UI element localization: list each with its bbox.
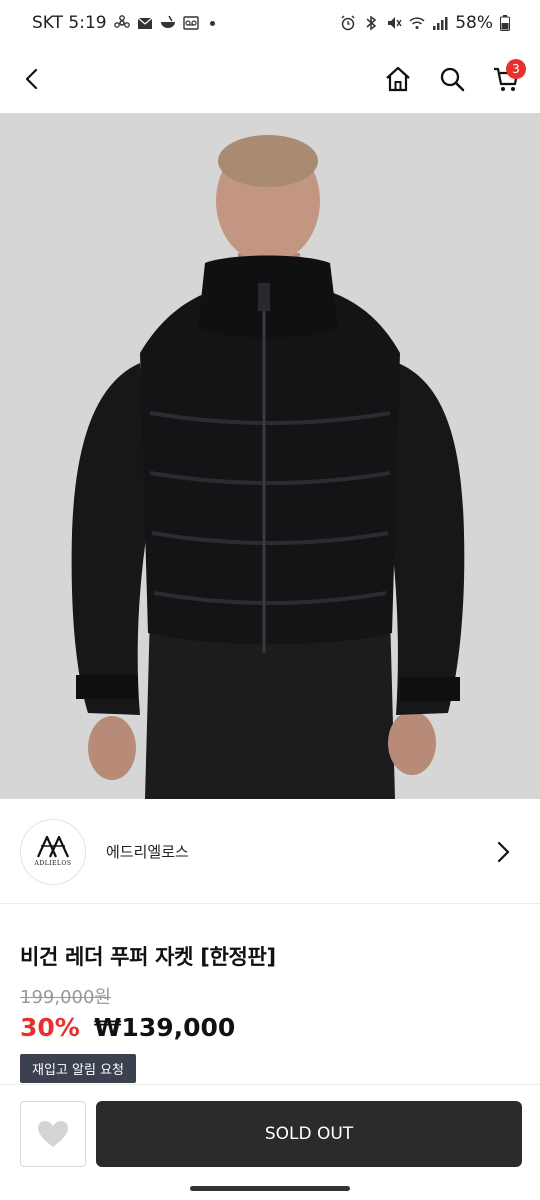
brand-name: 에드리엘로스 [106, 843, 189, 861]
brand-logo-mark-icon [36, 836, 70, 858]
battery-icon [500, 15, 510, 31]
alarm-icon [341, 15, 355, 31]
product-image[interactable] [0, 113, 540, 799]
home-icon [386, 66, 410, 92]
mail-notification-icon [137, 17, 152, 29]
search-button[interactable] [432, 59, 472, 99]
brand-row[interactable]: ADLIELOS 에드리엘로스 [0, 800, 540, 904]
chevron-right-icon [497, 841, 510, 862]
bottom-action-bar: SOLD OUT [0, 1084, 540, 1180]
sale-price: ₩139,000 [93, 1013, 236, 1042]
status-left: SKT 5:19 [32, 13, 215, 33]
battery-percent: 58% [455, 13, 493, 33]
home-button[interactable] [378, 59, 418, 99]
bluetooth-icon [366, 15, 377, 31]
app-header: 3 [0, 46, 540, 112]
status-bar: SKT 5:19 58% [0, 0, 540, 46]
fan-icon [113, 15, 130, 28]
search-icon [440, 67, 465, 92]
product-title: 비건 레더 푸퍼 자켓 [한정판] [20, 945, 276, 969]
back-button[interactable] [12, 59, 52, 99]
status-right: 58% [340, 13, 510, 33]
carrier-time: SKT 5:19 [32, 13, 107, 33]
original-price: 199,000원 [20, 987, 111, 1008]
product-detail-screen: SKT 5:19 58% 3 ADLIELOS 에드리엘로스 비건 레더 푸퍼 … [0, 0, 540, 1200]
brand-logo: ADLIELOS [20, 818, 86, 885]
brand-logo-text: ADLIELOS [34, 860, 72, 867]
discount-rate: 30% [20, 1013, 80, 1042]
more-notifications-dot [209, 20, 215, 26]
cart-count-badge: 3 [506, 59, 526, 79]
sale-price-line: 30% ₩139,000 [20, 1013, 520, 1042]
sold-out-button[interactable]: SOLD OUT [96, 1101, 522, 1167]
wifi-icon [409, 17, 425, 29]
home-indicator[interactable] [190, 1186, 350, 1191]
cart-button[interactable]: 3 [486, 59, 526, 99]
voicemail-icon [182, 16, 199, 30]
signal-icon [433, 17, 448, 30]
header-actions: 3 [378, 59, 526, 99]
product-info: 비건 레더 푸퍼 자켓 [한정판] 199,000원 30% ₩139,000 … [0, 905, 540, 1083]
back-arrow-icon [25, 68, 38, 90]
restock-alert-button[interactable]: 재입고 알림 요청 [20, 1054, 136, 1083]
heart-icon [38, 1121, 68, 1147]
wishlist-button[interactable] [20, 1101, 86, 1167]
bowl-icon [160, 15, 175, 28]
brand-link-button[interactable] [488, 837, 518, 867]
mute-icon [388, 17, 402, 29]
product-photo-jacket [0, 113, 540, 799]
